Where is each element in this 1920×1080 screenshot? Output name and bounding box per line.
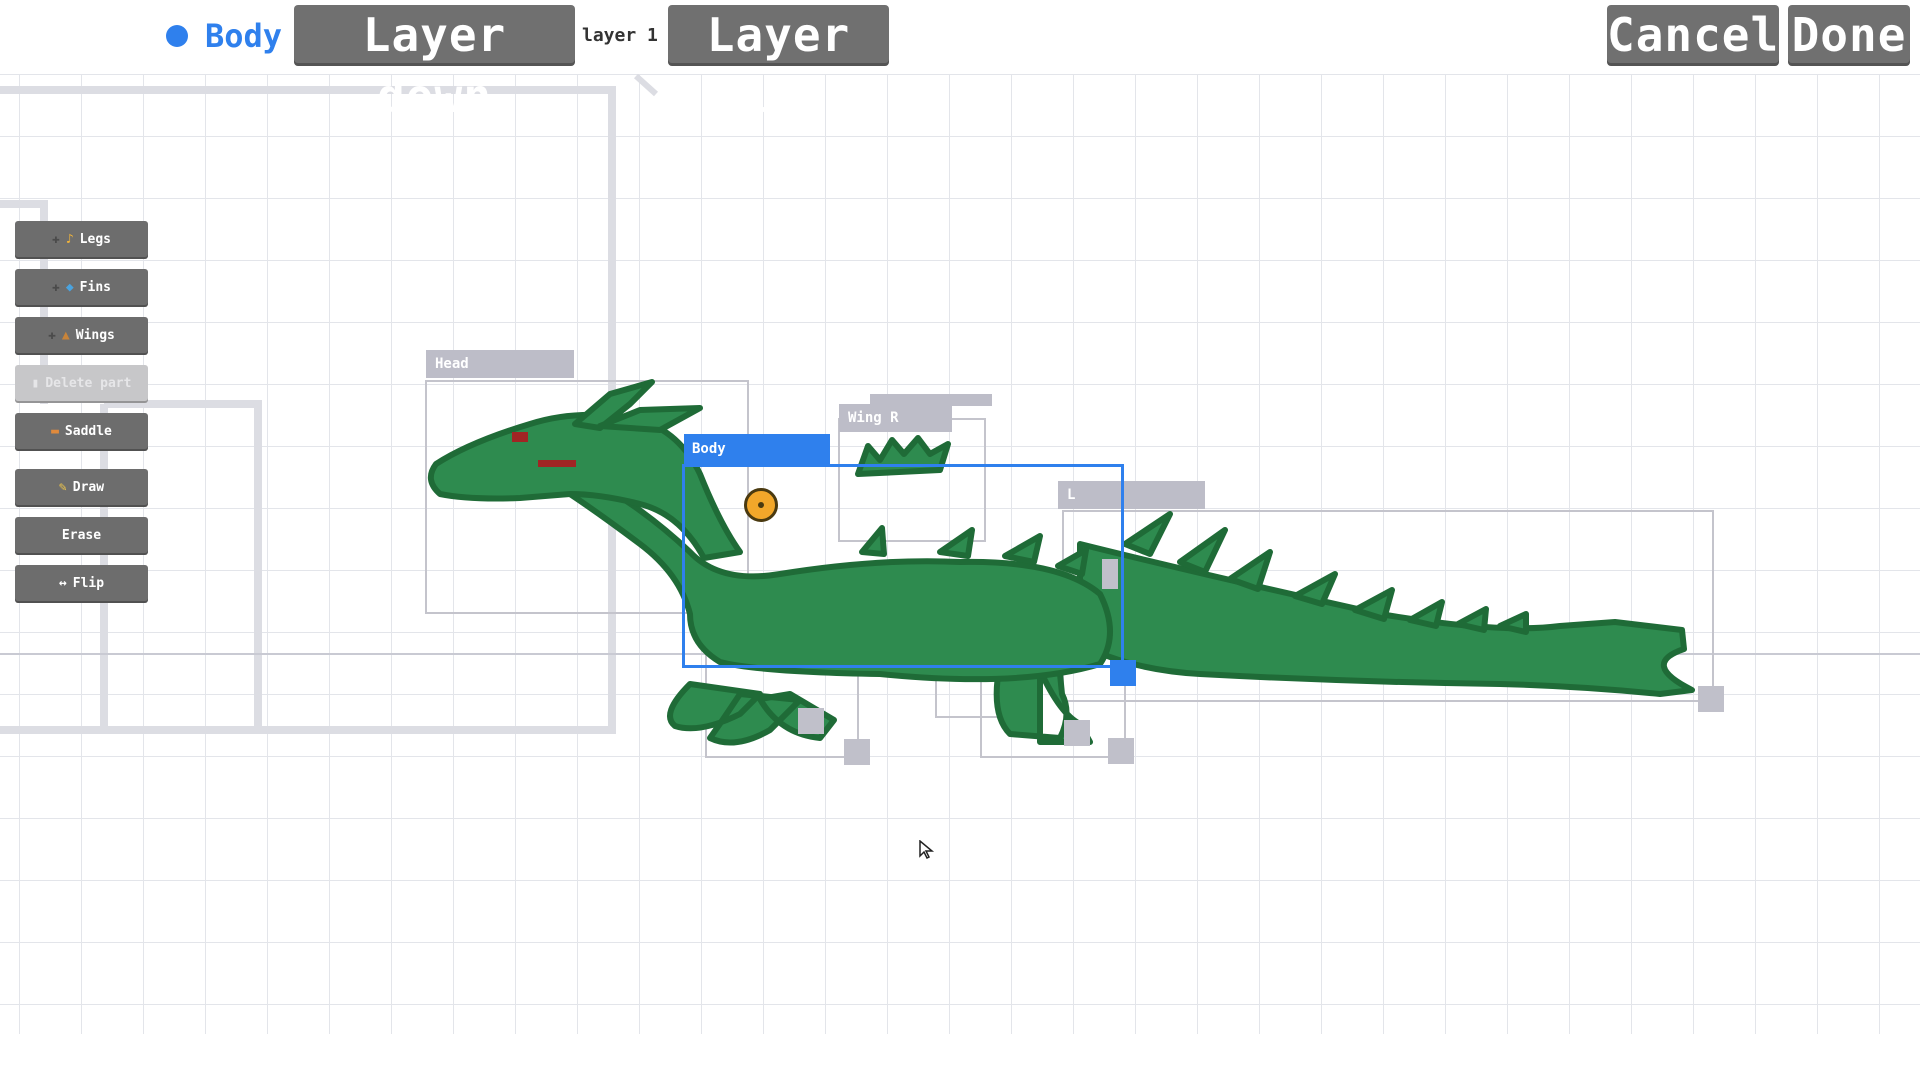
pivot-center (758, 502, 764, 508)
horns-shape (572, 379, 703, 433)
resize-handle[interactable] (844, 739, 870, 765)
leg-icon: ♪ (65, 232, 74, 247)
mouth-mark (538, 460, 576, 467)
fins-label: Fins (79, 280, 111, 295)
layer-indicator: layer 1 (582, 25, 658, 46)
layer-down-button[interactable]: Layer down (294, 5, 575, 123)
plus-icon: ✚ (52, 280, 60, 295)
trash-icon: ▮ (31, 376, 40, 391)
resize-handle[interactable] (1108, 738, 1134, 764)
add-fins-button[interactable]: ✚ ◆ Fins (15, 269, 148, 307)
plus-icon: ✚ (48, 328, 56, 343)
plus-icon: ✚ (52, 232, 60, 247)
resize-handle[interactable] (1064, 720, 1090, 746)
flip-button[interactable]: ↔ Flip (15, 565, 148, 603)
layer-up-button[interactable]: Layer up (668, 5, 889, 123)
drawing-canvas[interactable]: Head Wing R L Body (0, 74, 1920, 1034)
fish-icon: ◆ (65, 280, 74, 295)
wings-label: Wings (75, 328, 115, 343)
erase-label: Erase (61, 528, 102, 543)
add-wings-button[interactable]: ✚ ▲ Wings (15, 317, 148, 355)
delete-part-label: Delete part (45, 376, 132, 391)
body-part-label[interactable]: Body (684, 434, 830, 464)
saddle-label: Saddle (64, 424, 112, 439)
flip-label: Flip (72, 576, 105, 591)
bottom-strip (0, 1034, 1920, 1080)
draw-button[interactable]: ✎ Draw (15, 469, 148, 507)
top-toolbar: Body Layer down layer 1 Layer up Cancel … (0, 0, 1920, 123)
eye-mark (512, 432, 528, 442)
saddle-button[interactable]: ▬ Saddle (15, 413, 148, 451)
selected-part-name: Body (205, 17, 283, 55)
pencil-icon: ✎ (58, 480, 67, 495)
legs-label: Legs (79, 232, 111, 247)
erase-button[interactable]: Erase (15, 517, 148, 555)
add-legs-button[interactable]: ✚ ♪ Legs (15, 221, 148, 259)
resize-handle[interactable] (1102, 559, 1118, 589)
pivot-handle[interactable] (744, 488, 778, 522)
body-resize-handle[interactable] (1110, 660, 1136, 686)
delete-part-button[interactable]: ▮ Delete part (15, 365, 148, 403)
mouse-cursor-icon (919, 840, 935, 860)
resize-handle[interactable] (798, 708, 824, 734)
draw-label: Draw (72, 480, 105, 495)
resize-handle[interactable] (1698, 686, 1724, 712)
part-color-dot (166, 25, 188, 47)
bird-icon: ▲ (61, 328, 70, 343)
done-button[interactable]: Done (1788, 5, 1910, 66)
saddle-icon: ▬ (51, 424, 59, 439)
flip-arrows-icon: ↔ (58, 576, 67, 591)
cancel-button[interactable]: Cancel (1607, 5, 1779, 66)
